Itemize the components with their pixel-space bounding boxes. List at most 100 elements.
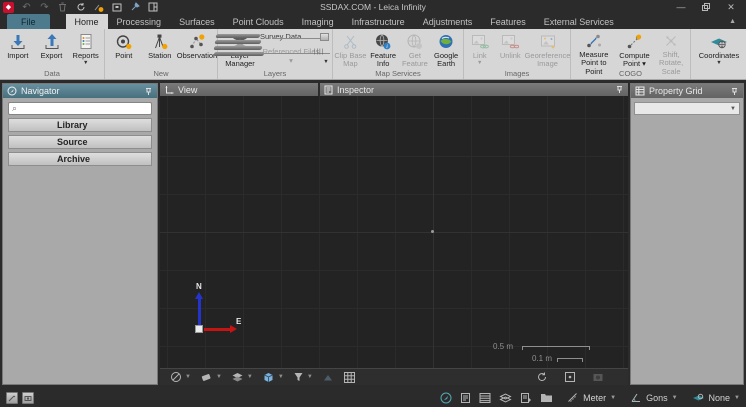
layers-view-dropdown-icon[interactable]: ▼	[247, 374, 253, 380]
property-grid-header[interactable]: Property Grid	[631, 84, 743, 98]
statusbar-edit-button[interactable]	[6, 392, 18, 404]
statusbar-list-icon[interactable]	[479, 392, 491, 404]
georeference-image-button[interactable]: Georeference Image	[526, 30, 569, 69]
crs-selector[interactable]: None ▼	[692, 392, 740, 403]
new-station-button[interactable]: Station	[142, 30, 179, 69]
export-label: Export	[41, 52, 63, 60]
navigator-item-source[interactable]: Source	[8, 135, 152, 149]
refresh-icon[interactable]	[75, 2, 86, 13]
close-button[interactable]: ✕	[726, 0, 736, 14]
unlink-image-button[interactable]: Unlink	[495, 30, 526, 69]
coordinates-label: Coordinates	[699, 52, 739, 60]
statusbar-layers-icon[interactable]	[499, 392, 512, 404]
shift-rotate-scale-button[interactable]: Shift, Rotate, Scale	[653, 30, 689, 69]
statusbar-inspector-icon[interactable]	[460, 392, 471, 404]
tab-adjustments[interactable]: Adjustments	[414, 14, 482, 29]
filter-button[interactable]: ▼	[293, 371, 313, 383]
undo-icon[interactable]: ↶	[21, 2, 32, 13]
station-icon	[151, 32, 169, 51]
layer-manager-button[interactable]: Layer Manager	[219, 30, 261, 69]
snapshot-icon[interactable]	[592, 371, 604, 383]
select-mode-icon	[170, 371, 182, 383]
inspector-header[interactable]: Inspector	[320, 83, 628, 96]
navigator-search-input[interactable]	[17, 104, 148, 113]
statusbar-navigator-icon[interactable]	[440, 392, 452, 404]
feature-info-button[interactable]: i Feature Info	[367, 30, 400, 69]
compute-point-button[interactable]: Compute Point ▾	[616, 30, 654, 69]
measure-point-to-point-button[interactable]: Measure Point to Point	[572, 30, 616, 69]
navigator-title: Navigator	[21, 86, 60, 96]
compute-point-icon	[625, 32, 643, 51]
get-feature-button[interactable]: Get Feature	[400, 30, 431, 69]
distance-unit-value: Meter	[583, 393, 606, 403]
minimize-button[interactable]: —	[676, 0, 686, 14]
window-layout-icon[interactable]	[147, 2, 158, 13]
restore-button[interactable]	[702, 3, 710, 11]
clip-base-map-button[interactable]: Clip Base Map	[334, 30, 367, 69]
pin-layout-icon[interactable]	[129, 2, 140, 13]
property-grid-pin-icon[interactable]	[730, 87, 739, 96]
feature-info-icon: i	[374, 32, 392, 51]
tab-features[interactable]: Features	[481, 14, 535, 29]
tab-external-services[interactable]: External Services	[535, 14, 623, 29]
redo-icon[interactable]: ↷	[39, 2, 50, 13]
tab-surfaces[interactable]: Surfaces	[170, 14, 224, 29]
eraser-dropdown-icon[interactable]: ▼	[216, 374, 222, 380]
cube-3d-icon	[262, 371, 275, 384]
navigator-item-archive[interactable]: Archive	[8, 152, 152, 166]
select-mode-button[interactable]: ▼	[170, 371, 191, 383]
view-header[interactable]: View	[160, 83, 318, 96]
delete-icon[interactable]	[57, 2, 68, 13]
link-image-button[interactable]: Link ▼	[465, 30, 495, 69]
navigator-pin-icon[interactable]	[144, 87, 153, 96]
new-measurement-icon[interactable]	[93, 2, 104, 13]
group-label-layers: Layers	[218, 69, 332, 79]
coordinates-button[interactable]: Coordinates ▼	[692, 30, 746, 69]
app-logo-icon[interactable]: ◆	[3, 2, 14, 13]
export-button[interactable]: Export	[35, 30, 69, 69]
inspector-title: Inspector	[337, 85, 374, 95]
referenced-files-button[interactable]: Referenced Files ▾	[261, 30, 321, 69]
property-grid-selector[interactable]: ▼	[634, 102, 740, 115]
import-button[interactable]: Import	[1, 30, 35, 69]
filter-dropdown-icon[interactable]: ▼	[307, 374, 313, 380]
view-3d-button[interactable]: ▼	[262, 371, 284, 384]
grid-toggle-button[interactable]	[343, 371, 356, 384]
statusbar-folder-icon[interactable]	[540, 392, 553, 403]
filter-icon	[293, 371, 304, 383]
new-point-button[interactable]: Point	[106, 30, 142, 69]
title-bar: ◆ ↶ ↷ SSDAX.COM - Leica Infinity	[0, 0, 746, 14]
tab-home[interactable]: Home	[66, 14, 108, 29]
layer-manager-icon	[231, 32, 249, 51]
reports-button[interactable]: Reports ▼	[68, 30, 103, 69]
ribbon-group-layers: Layer Manager Referenced Files ▾ ▼ Surve…	[218, 29, 333, 79]
distance-unit-selector[interactable]: Meter ▼	[567, 392, 616, 403]
ribbon-collapse-icon[interactable]: ▲	[729, 14, 746, 29]
grid-icon	[343, 371, 356, 384]
tab-imaging[interactable]: Imaging	[293, 14, 343, 29]
tab-point-clouds[interactable]: Point Clouds	[224, 14, 293, 29]
terrain-toggle-button[interactable]	[322, 372, 334, 383]
tab-processing[interactable]: Processing	[108, 14, 171, 29]
ribbon-group-data: Import Export Reports ▼ Data	[0, 29, 105, 79]
refresh-view-icon[interactable]	[536, 371, 548, 383]
layers-view-button[interactable]: ▼	[231, 371, 253, 383]
statusbar-camera-button[interactable]	[22, 392, 34, 404]
select-mode-dropdown-icon[interactable]: ▼	[185, 374, 191, 380]
inspector-pin-icon[interactable]	[615, 85, 624, 94]
angle-unit-selector[interactable]: Gons ▼	[630, 392, 677, 403]
eraser-tool-button[interactable]: ▼	[200, 371, 222, 383]
archive-box-icon[interactable]	[111, 2, 122, 13]
navigator-search[interactable]: ⌕	[8, 102, 152, 115]
layers-more-dropdown[interactable]: ▼	[321, 30, 331, 69]
tab-file[interactable]: File	[7, 14, 50, 29]
google-earth-button[interactable]: Google Earth	[430, 30, 462, 69]
new-observation-button[interactable]: Observation	[178, 30, 216, 69]
navigator-item-library[interactable]: Library	[8, 118, 152, 132]
zoom-extents-icon[interactable]	[564, 371, 576, 383]
map-canvas[interactable]: N E 0.5 m 0.1 m	[160, 96, 628, 368]
statusbar-report-icon[interactable]	[520, 392, 532, 404]
window-controls: — ✕	[676, 0, 746, 14]
view-3d-dropdown-icon[interactable]: ▼	[278, 374, 284, 380]
tab-infrastructure[interactable]: Infrastructure	[343, 14, 414, 29]
